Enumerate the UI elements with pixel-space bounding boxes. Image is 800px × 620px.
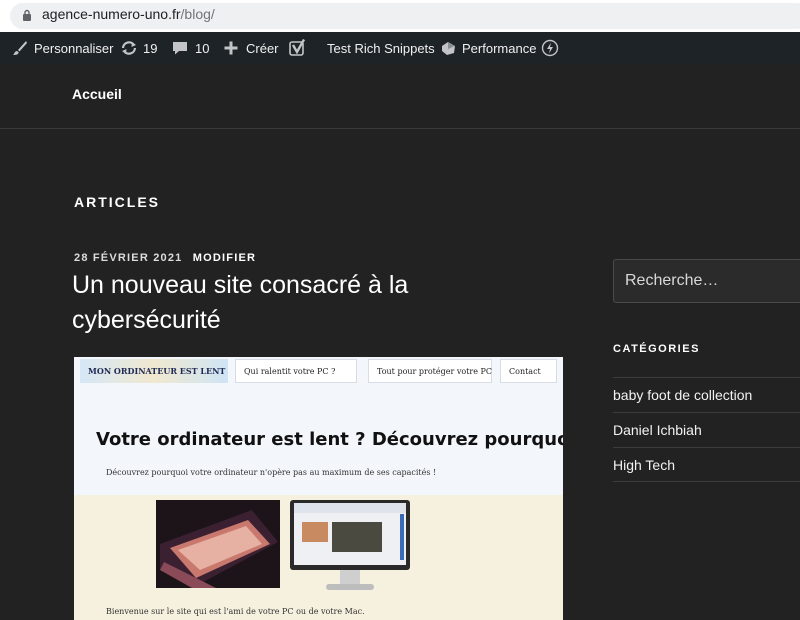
plus-icon xyxy=(224,41,238,55)
performance-label: Performance xyxy=(462,40,537,56)
new-content-label: Créer xyxy=(246,40,279,56)
browser-url-bar: agence-numero-uno.fr/blog/ xyxy=(0,0,800,32)
page-title: ARTICLES xyxy=(74,194,160,210)
rich-snippets-label: Test Rich Snippets xyxy=(327,40,435,56)
featured-image-subline: Découvrez pourquoi votre ordinateur n'op… xyxy=(106,468,437,477)
wp-admin-bar: Personnaliser 19 10 Créer Test Rich Snip… xyxy=(0,32,800,64)
customize-button[interactable]: Personnaliser xyxy=(12,32,114,64)
url-host: agence-numero-uno.fr xyxy=(42,6,181,22)
performance-icon xyxy=(442,42,455,55)
post-date[interactable]: 28 FÉVRIER 2021 xyxy=(74,252,183,264)
comments-button[interactable]: 10 xyxy=(172,32,209,64)
updates-button[interactable]: 19 xyxy=(120,32,157,64)
search-input[interactable] xyxy=(613,259,800,303)
url-path: /blog/ xyxy=(180,6,215,22)
paintbrush-icon xyxy=(13,41,27,55)
category-link[interactable]: baby foot de collection xyxy=(613,377,800,412)
yoast-icon xyxy=(289,39,306,56)
featured-image-logo: MON ORDINATEUR EST LENT xyxy=(80,359,228,383)
category-link[interactable]: High Tech xyxy=(613,447,800,482)
featured-image-nav-2: Tout pour protéger votre PC xyxy=(368,359,492,383)
featured-image-nav-1: Qui ralentit votre PC ? xyxy=(235,359,357,383)
edit-post-link[interactable]: MODIFIER xyxy=(193,252,256,264)
updates-icon xyxy=(121,41,137,55)
lock-icon xyxy=(23,9,31,21)
featured-image-headline: Votre ordinateur est lent ? Découvrez po… xyxy=(96,429,563,450)
featured-image[interactable]: MON ORDINATEUR EST LENT Qui ralentit vot… xyxy=(74,357,563,620)
category-link[interactable]: Daniel Ichbiah xyxy=(613,412,800,447)
featured-image-caption: Bienvenue sur le site qui est l'ami de v… xyxy=(106,607,365,616)
comment-icon xyxy=(173,42,187,55)
performance-button[interactable]: Performance xyxy=(440,32,536,64)
header-divider xyxy=(0,128,800,129)
nav-home-link[interactable]: Accueil xyxy=(72,86,122,102)
featured-image-nav-3: Contact xyxy=(500,359,557,383)
post-meta: 28 FÉVRIER 2021 MODIFIER xyxy=(74,252,256,264)
comments-count: 10 xyxy=(195,40,210,56)
customize-label: Personnaliser xyxy=(34,40,114,56)
categories-title: CATÉGORIES xyxy=(613,343,700,355)
bolt-icon xyxy=(541,39,559,57)
rich-snippets-button[interactable]: Test Rich Snippets xyxy=(327,32,435,64)
yoast-button[interactable] xyxy=(289,32,307,64)
updates-count: 19 xyxy=(143,40,158,56)
laptop-photo xyxy=(156,500,280,588)
categories-list: baby foot de collection Daniel Ichbiah H… xyxy=(613,377,800,482)
monitor-photo xyxy=(288,500,412,594)
post-title[interactable]: Un nouveau site consacré à la cybersécur… xyxy=(72,268,492,338)
bolt-button[interactable] xyxy=(541,32,559,64)
new-content-button[interactable]: Créer xyxy=(224,32,279,64)
url-text[interactable]: agence-numero-uno.fr/blog/ xyxy=(42,6,215,22)
